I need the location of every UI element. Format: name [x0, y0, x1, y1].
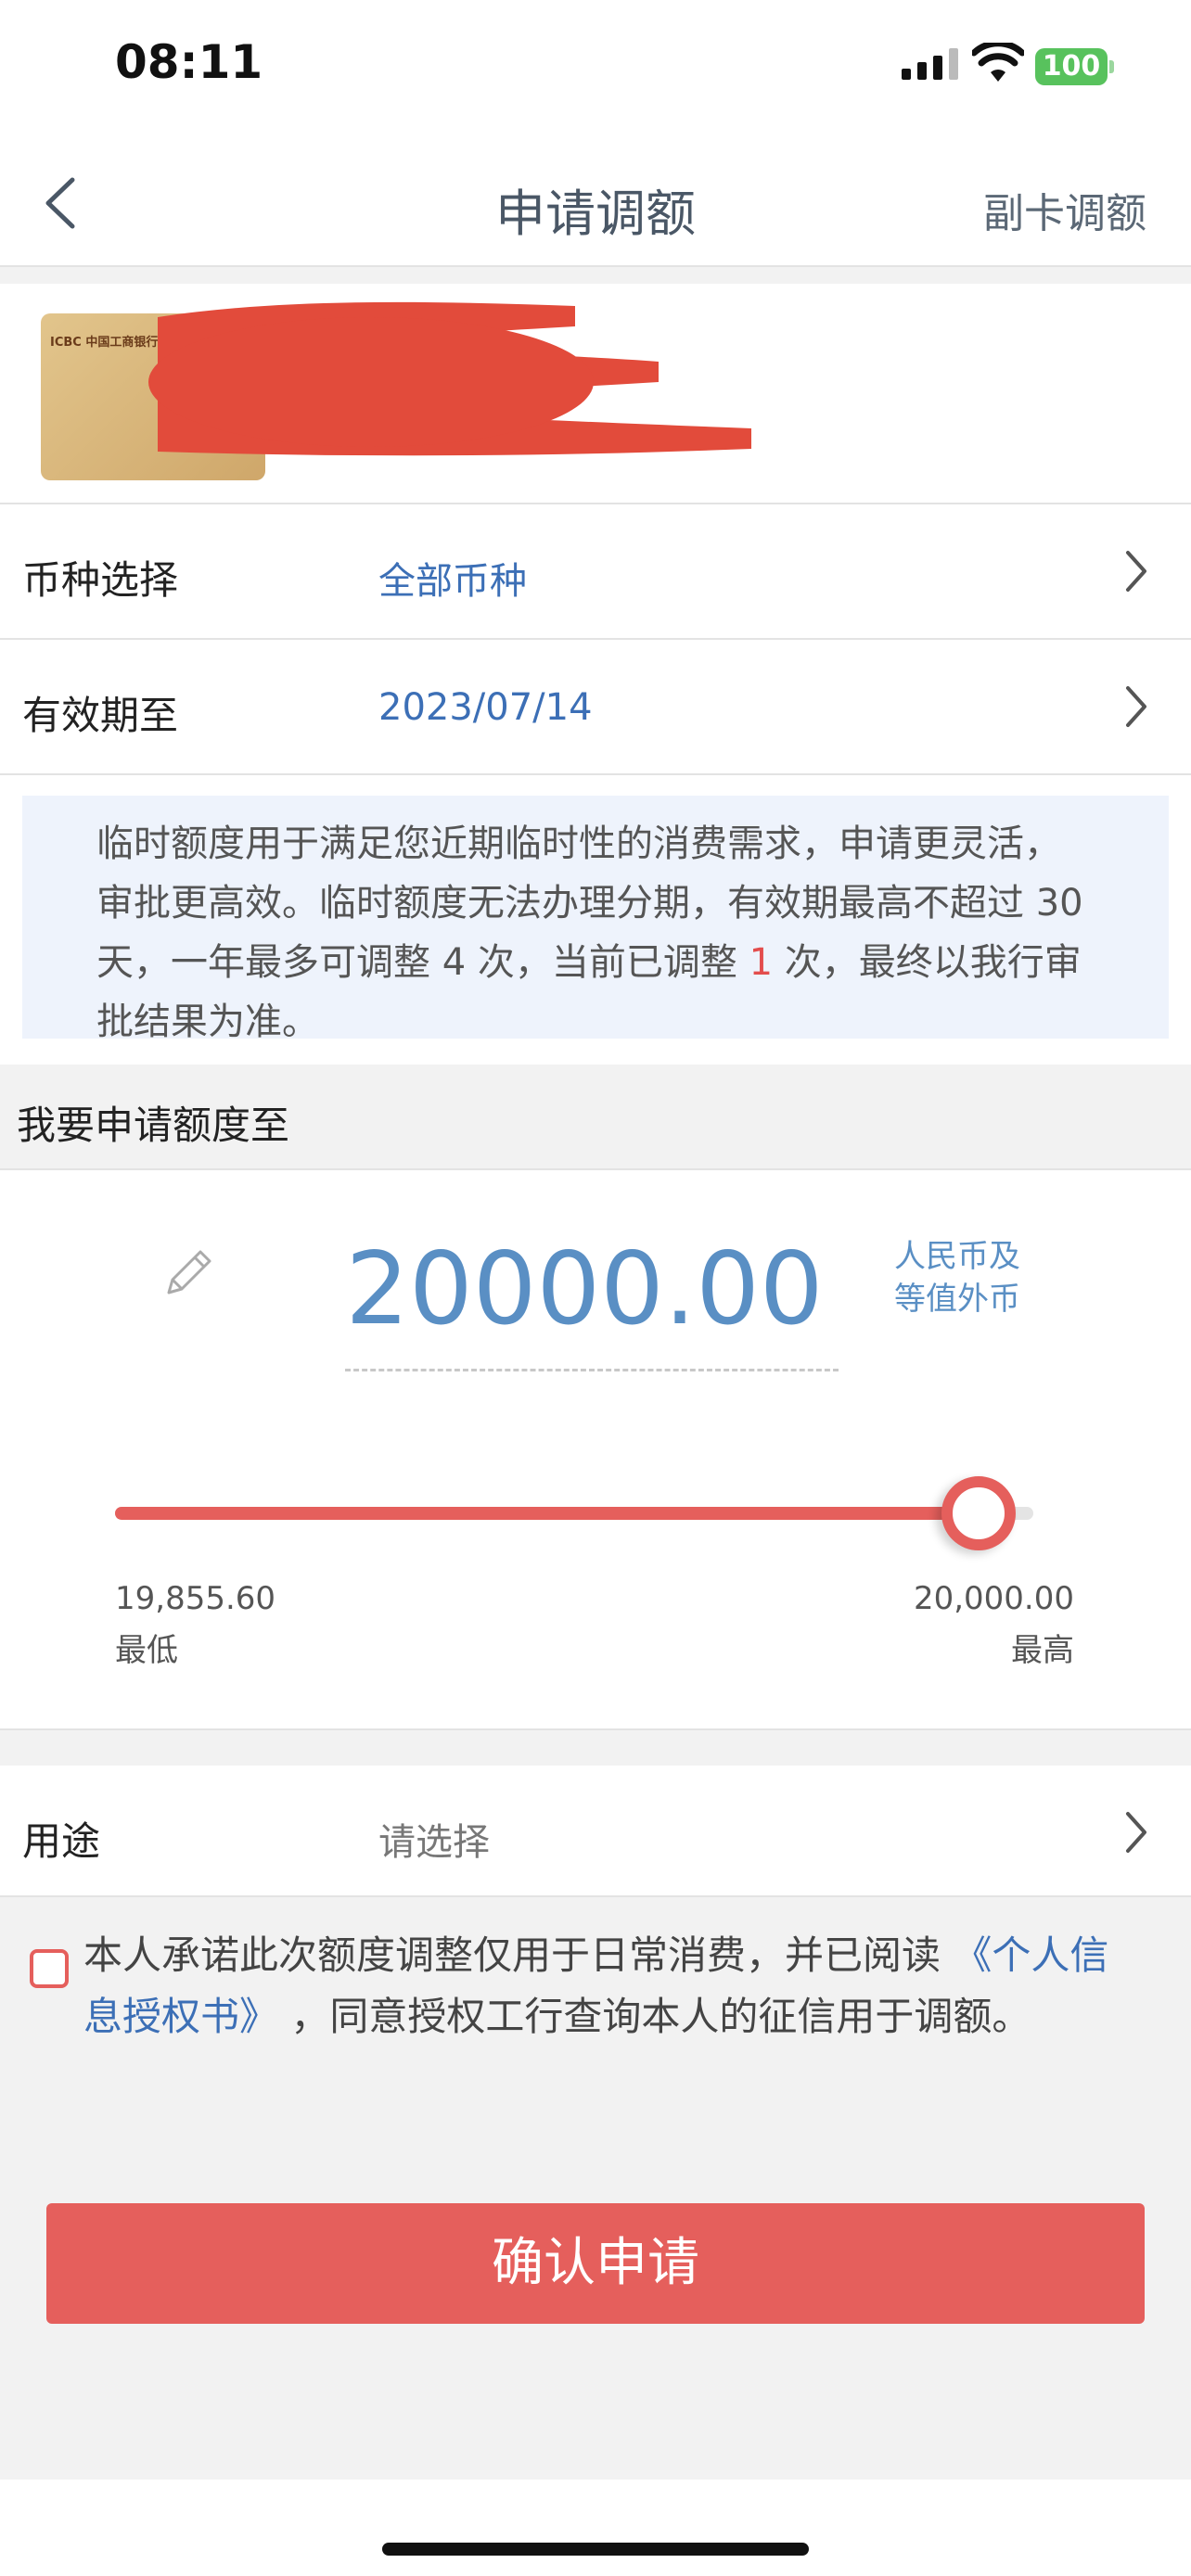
cellular-signal-icon [902, 48, 958, 80]
currency-note-line1: 人民币及 [894, 1238, 1020, 1275]
currency-note: 人民币及 等值外币 [894, 1235, 1020, 1320]
agreement-text-end: ，同意授权工行查询本人的征信用于调额。 [278, 1994, 1031, 2039]
min-value: 19,855.60 [115, 1580, 276, 1617]
battery-level: 100 [1042, 50, 1101, 83]
section-title: 我要申请额度至 [17, 1103, 290, 1148]
adjusted-count: 1 [749, 941, 774, 984]
amount-underline [345, 1369, 839, 1371]
agreement-text-start: 本人承诺此次额度调整仅用于日常消费，并已阅读 [83, 1932, 954, 1978]
currency-note-line2: 等值外币 [894, 1281, 1020, 1318]
currency-value: 全部币种 [378, 560, 527, 603]
chevron-right-icon [1126, 686, 1146, 727]
info-notice: 临时额度用于满足您近期临时性的消费需求，申请更灵活，审批更高效。临时额度无法办理… [22, 796, 1169, 1043]
min-label: 最低 [115, 1632, 178, 1669]
currency-select-row[interactable]: 币种选择 全部币种 [0, 504, 1191, 640]
status-bar: 08:11 100 [0, 0, 1191, 139]
confirm-apply-button[interactable]: 确认申请 [46, 2203, 1145, 2324]
wifi-icon [972, 43, 1024, 82]
card-row: ICBC 中国工商银行 [0, 284, 1191, 504]
agreement-text: 本人承诺此次额度调整仅用于日常消费，并已阅读 《个人信息授权书》 ，同意授权工行… [0, 1925, 1191, 2047]
amount-input[interactable]: 20000.00 [343, 1231, 826, 1347]
amount-panel: 20000.00 人民币及 等值外币 19,855.60 最低 20,000.0… [0, 1168, 1191, 1730]
purpose-select-row[interactable]: 用途 请选择 [0, 1766, 1191, 1897]
amount-slider-fill [115, 1507, 979, 1520]
amount-slider-thumb[interactable] [941, 1476, 1016, 1550]
max-value: 20,000.00 [913, 1580, 1074, 1617]
expiry-value: 2023/07/14 [378, 686, 593, 729]
purpose-value: 请选择 [378, 1821, 490, 1864]
battery-icon: 100 [1035, 48, 1115, 85]
expiry-label: 有效期至 [22, 693, 179, 738]
status-time: 08:11 [115, 35, 263, 89]
supplementary-card-adjust-button[interactable]: 副卡调额 [983, 180, 1146, 239]
info-section: 临时额度用于满足您近期临时性的消费需求，申请更灵活，审批更高效。临时额度无法办理… [0, 775, 1191, 1065]
bottom-bar [0, 2480, 1191, 2576]
purpose-label: 用途 [22, 1818, 101, 1864]
max-label: 最高 [1011, 1632, 1074, 1669]
currency-label: 币种选择 [22, 557, 179, 603]
redaction-mark [148, 301, 751, 456]
expiry-date-row[interactable]: 有效期至 2023/07/14 [0, 640, 1191, 775]
home-indicator[interactable] [382, 2543, 809, 2556]
chevron-right-icon [1126, 1812, 1146, 1853]
chevron-right-icon [1126, 551, 1146, 592]
pencil-edit-icon[interactable] [160, 1244, 217, 1302]
amount-slider-track[interactable] [115, 1507, 1033, 1520]
nav-bar: 申请调额 副卡调额 [0, 139, 1191, 267]
